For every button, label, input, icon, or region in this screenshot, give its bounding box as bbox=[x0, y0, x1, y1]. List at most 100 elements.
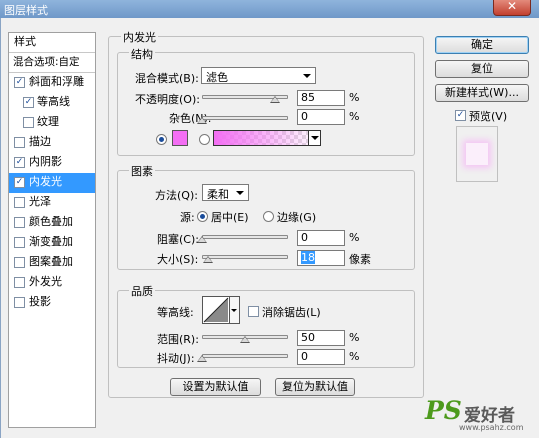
method-select[interactable]: 柔和 bbox=[202, 184, 249, 201]
style-list-item-label: 投影 bbox=[29, 295, 51, 308]
opacity-slider-thumb[interactable] bbox=[270, 96, 281, 103]
opacity-percent: % bbox=[349, 91, 360, 104]
style-list-item-label: 描边 bbox=[29, 135, 51, 148]
style-checkbox[interactable]: ✓ bbox=[14, 177, 25, 188]
range-percent: % bbox=[349, 331, 360, 344]
contour-picker[interactable] bbox=[202, 296, 230, 324]
source-center-radio[interactable] bbox=[197, 211, 208, 222]
structure-title: 结构 bbox=[129, 46, 155, 62]
reset-default-button[interactable]: 复位为默认值 bbox=[275, 378, 355, 396]
noise-slider-thumb[interactable] bbox=[197, 117, 207, 124]
choke-input[interactable]: 0 bbox=[297, 230, 345, 246]
source-label: 源: bbox=[180, 211, 195, 224]
size-slider-thumb[interactable] bbox=[203, 256, 214, 263]
size-value: 18 bbox=[301, 251, 315, 264]
blend-mode-value: 滤色 bbox=[206, 71, 228, 84]
gradient-picker[interactable] bbox=[213, 130, 321, 146]
elements-title: 图素 bbox=[129, 163, 155, 179]
style-checkbox[interactable] bbox=[14, 257, 25, 268]
style-list-item[interactable]: 颜色叠加 bbox=[9, 213, 95, 233]
style-checkbox[interactable] bbox=[14, 197, 25, 208]
ok-button[interactable]: 确定 bbox=[435, 36, 529, 54]
preview-label: 预览(V) bbox=[469, 110, 508, 123]
style-list: 样式 混合选项:自定 ✓ 斜面和浮雕 ✓ 等高线纹理描边 ✓ 内阴影 ✓ 内发光光泽颜色叠加渐… bbox=[8, 32, 96, 428]
chevron-down-icon bbox=[236, 191, 244, 195]
style-list-item[interactable]: ✓ 斜面和浮雕 bbox=[9, 73, 95, 93]
choke-label: 阻塞(C): bbox=[157, 233, 199, 246]
watermark-brand: PS bbox=[425, 396, 462, 425]
style-list-item[interactable]: ✓ 内发光 bbox=[9, 173, 95, 193]
style-list-item[interactable]: 投影 bbox=[9, 293, 95, 313]
style-checkbox[interactable] bbox=[14, 217, 25, 228]
style-list-item[interactable]: 图案叠加 bbox=[9, 253, 95, 273]
blend-mode-select[interactable]: 滤色 bbox=[201, 67, 316, 84]
antialias-checkbox[interactable] bbox=[248, 306, 259, 317]
jitter-slider-thumb[interactable] bbox=[197, 355, 207, 362]
choke-percent: % bbox=[349, 231, 360, 244]
style-list-item-label: 纹理 bbox=[37, 115, 59, 128]
source-center-label[interactable]: 居中(E) bbox=[211, 209, 249, 225]
style-list-item-label: 内阴影 bbox=[29, 155, 62, 168]
noise-percent: % bbox=[349, 110, 360, 123]
style-checkbox[interactable]: ✓ bbox=[14, 77, 25, 88]
size-input[interactable]: 18 bbox=[297, 250, 345, 266]
close-button[interactable]: ✕ bbox=[493, 0, 531, 16]
style-list-item-label: 内发光 bbox=[29, 175, 62, 188]
style-list-item-label: 渐变叠加 bbox=[29, 235, 73, 248]
style-list-item-label: 光泽 bbox=[29, 195, 51, 208]
jitter-input[interactable]: 0 bbox=[297, 349, 345, 365]
styles-header[interactable]: 样式 bbox=[9, 33, 95, 53]
jitter-slider[interactable] bbox=[202, 354, 288, 358]
style-list-item[interactable]: 外发光 bbox=[9, 273, 95, 293]
style-list-item-label: 斜面和浮雕 bbox=[29, 75, 84, 88]
preview-checkbox[interactable]: ✓ bbox=[455, 110, 466, 121]
noise-slider[interactable] bbox=[202, 116, 288, 120]
style-checkbox[interactable] bbox=[14, 137, 25, 148]
style-list-item[interactable]: 渐变叠加 bbox=[9, 233, 95, 253]
source-edge-radio[interactable] bbox=[263, 211, 274, 222]
style-checkbox[interactable] bbox=[14, 237, 25, 248]
style-list-item-label: 图案叠加 bbox=[29, 255, 73, 268]
style-list-item[interactable]: ✓ 内阴影 bbox=[9, 153, 95, 173]
blend-mode-label: 混合模式(B): bbox=[135, 72, 199, 85]
reset-button[interactable]: 复位 bbox=[435, 60, 529, 78]
contour-label: 等高线: bbox=[157, 306, 194, 319]
jitter-label: 抖动(J): bbox=[157, 352, 195, 365]
opacity-input[interactable]: 85 bbox=[297, 90, 345, 106]
choke-slider[interactable] bbox=[202, 235, 288, 239]
new-style-button[interactable]: 新建样式(W)... bbox=[435, 84, 529, 102]
antialias-label[interactable]: 消除锯齿(L) bbox=[262, 304, 321, 320]
style-checkbox[interactable]: ✓ bbox=[23, 97, 34, 108]
chevron-down-icon bbox=[231, 309, 237, 312]
gradient-dropdown[interactable] bbox=[308, 131, 320, 145]
style-checkbox[interactable] bbox=[14, 297, 25, 308]
style-list-item[interactable]: ✓ 等高线 bbox=[9, 93, 95, 113]
source-edge-label[interactable]: 边缘(G) bbox=[277, 209, 316, 225]
noise-input[interactable]: 0 bbox=[297, 109, 345, 125]
style-checkbox[interactable] bbox=[14, 277, 25, 288]
size-slider[interactable] bbox=[202, 255, 288, 259]
solid-color-radio[interactable] bbox=[156, 134, 167, 145]
opacity-label: 不透明度(O): bbox=[135, 93, 200, 106]
jitter-percent: % bbox=[349, 350, 360, 363]
style-list-item-label: 外发光 bbox=[29, 275, 62, 288]
blend-options-item[interactable]: 混合选项:自定 bbox=[9, 53, 95, 73]
set-default-button[interactable]: 设置为默认值 bbox=[170, 378, 261, 396]
style-list-item[interactable]: 描边 bbox=[9, 133, 95, 153]
style-checkbox[interactable]: ✓ bbox=[14, 157, 25, 168]
range-input[interactable]: 50 bbox=[297, 330, 345, 346]
close-icon: ✕ bbox=[507, 0, 518, 13]
style-list-item[interactable]: 纹理 bbox=[9, 113, 95, 133]
contour-dropdown[interactable] bbox=[230, 296, 240, 324]
size-label: 大小(S): bbox=[157, 253, 199, 266]
size-unit: 像素 bbox=[349, 253, 371, 266]
style-list-item[interactable]: 光泽 bbox=[9, 193, 95, 213]
gradient-radio[interactable] bbox=[199, 134, 210, 145]
choke-slider-thumb[interactable] bbox=[197, 236, 207, 243]
watermark-logo: PS 爱好者 www.psahz.com bbox=[425, 396, 537, 436]
method-label: 方法(Q): bbox=[155, 189, 198, 202]
range-slider-thumb[interactable] bbox=[240, 336, 250, 343]
contour-curve-icon bbox=[203, 297, 229, 323]
glow-color-swatch[interactable] bbox=[172, 130, 188, 146]
style-checkbox[interactable] bbox=[23, 117, 34, 128]
